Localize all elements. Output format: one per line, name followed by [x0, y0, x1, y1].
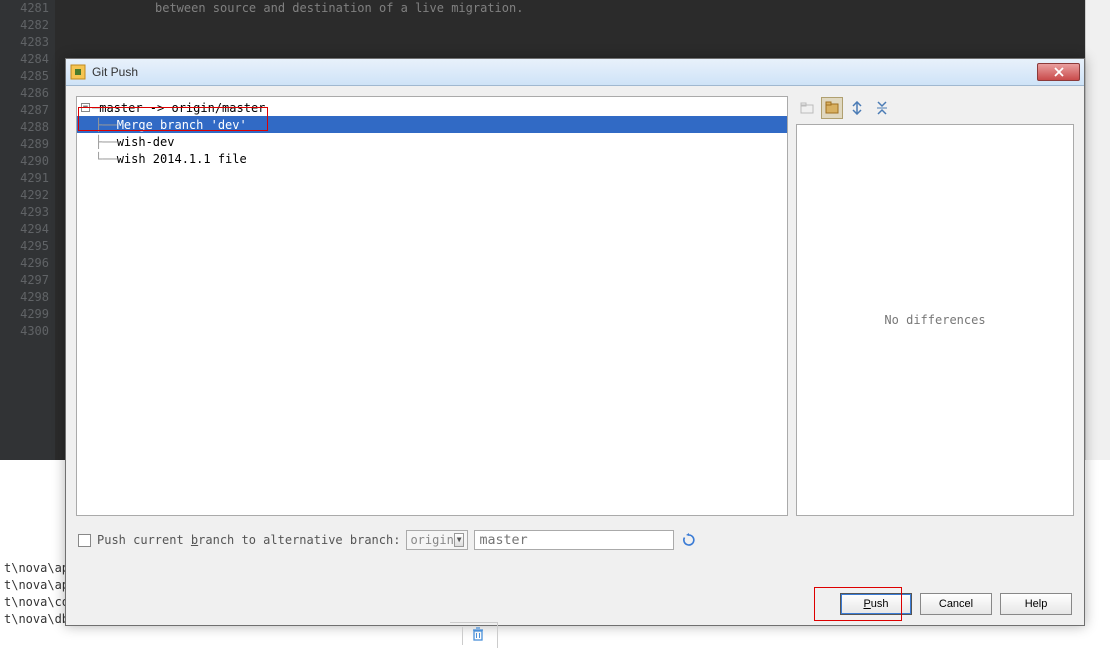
refresh-button[interactable]	[680, 531, 698, 549]
line-number: 4283	[0, 34, 49, 51]
tree-root-row[interactable]: −─master -> origin/master	[77, 99, 787, 116]
commits-tree[interactable]: −─master -> origin/master ├──Merge branc…	[76, 96, 788, 516]
diff-expand-all-icon[interactable]	[846, 97, 868, 119]
tree-commit-label: wish-dev	[117, 135, 175, 149]
line-number: 4287	[0, 102, 49, 119]
tree-commit-label: wish 2014.1.1 file	[117, 152, 247, 166]
line-number: 4282	[0, 17, 49, 34]
line-number: 4284	[0, 51, 49, 68]
line-number: 4296	[0, 255, 49, 272]
tree-commit-row[interactable]: └──wish 2014.1.1 file	[77, 150, 787, 167]
line-number: 4285	[0, 68, 49, 85]
diff-toolbar	[796, 96, 1074, 120]
line-number: 4292	[0, 187, 49, 204]
bottom-toolbar	[450, 622, 498, 648]
diff-collapse-all-icon[interactable]	[871, 97, 893, 119]
line-number: 4291	[0, 170, 49, 187]
line-number: 4293	[0, 204, 49, 221]
separator	[462, 627, 463, 645]
diff-group-by-directory-icon	[796, 97, 818, 119]
alt-branch-label: Push current branch to alternative branc…	[97, 533, 400, 547]
alt-branch-row: Push current branch to alternative branc…	[66, 526, 1084, 554]
close-button[interactable]	[1037, 63, 1080, 81]
line-number: 4294	[0, 221, 49, 238]
diff-empty-label: No differences	[884, 313, 985, 327]
line-number-gutter: 4281428242834284428542864287428842894290…	[0, 0, 55, 460]
diff-flat-view-icon[interactable]	[821, 97, 843, 119]
line-number: 4295	[0, 238, 49, 255]
editor-scrollbar[interactable]	[1085, 0, 1110, 460]
dialog-footer: Push Cancel Help	[840, 593, 1072, 615]
line-number: 4289	[0, 136, 49, 153]
push-button[interactable]: Push	[840, 593, 912, 615]
titlebar: Git Push	[66, 59, 1084, 86]
diff-content: No differences	[796, 124, 1074, 516]
tree-commit-row[interactable]: ├──Merge branch 'dev'	[77, 116, 787, 133]
dialog-title: Git Push	[92, 65, 1037, 79]
remote-combo[interactable]: origin ▼	[406, 530, 468, 550]
remote-value: origin	[410, 533, 453, 547]
git-push-dialog: Git Push −─master -> origin/master ├──Me…	[65, 58, 1085, 626]
trash-icon[interactable]	[471, 627, 485, 644]
tree-root-label: master -> origin/master	[99, 101, 265, 115]
alt-branch-checkbox[interactable]	[78, 534, 91, 547]
chevron-down-icon: ▼	[454, 533, 465, 547]
line-number: 4297	[0, 272, 49, 289]
line-number: 4299	[0, 306, 49, 323]
line-number: 4288	[0, 119, 49, 136]
editor-comment-line: between source and destination of a live…	[155, 0, 1085, 17]
tree-commit-label: Merge branch 'dev'	[117, 118, 247, 132]
cancel-button[interactable]: Cancel	[920, 593, 992, 615]
branch-input[interactable]	[474, 530, 674, 550]
app-icon	[70, 64, 86, 80]
line-number: 4300	[0, 323, 49, 340]
line-number: 4286	[0, 85, 49, 102]
tree-commit-row[interactable]: ├──wish-dev	[77, 133, 787, 150]
line-number: 4290	[0, 153, 49, 170]
diff-panel: No differences	[796, 96, 1074, 516]
line-number: 4281	[0, 0, 49, 17]
tree-collapse-icon[interactable]: −	[81, 103, 90, 112]
line-number: 4298	[0, 289, 49, 306]
help-button[interactable]: Help	[1000, 593, 1072, 615]
